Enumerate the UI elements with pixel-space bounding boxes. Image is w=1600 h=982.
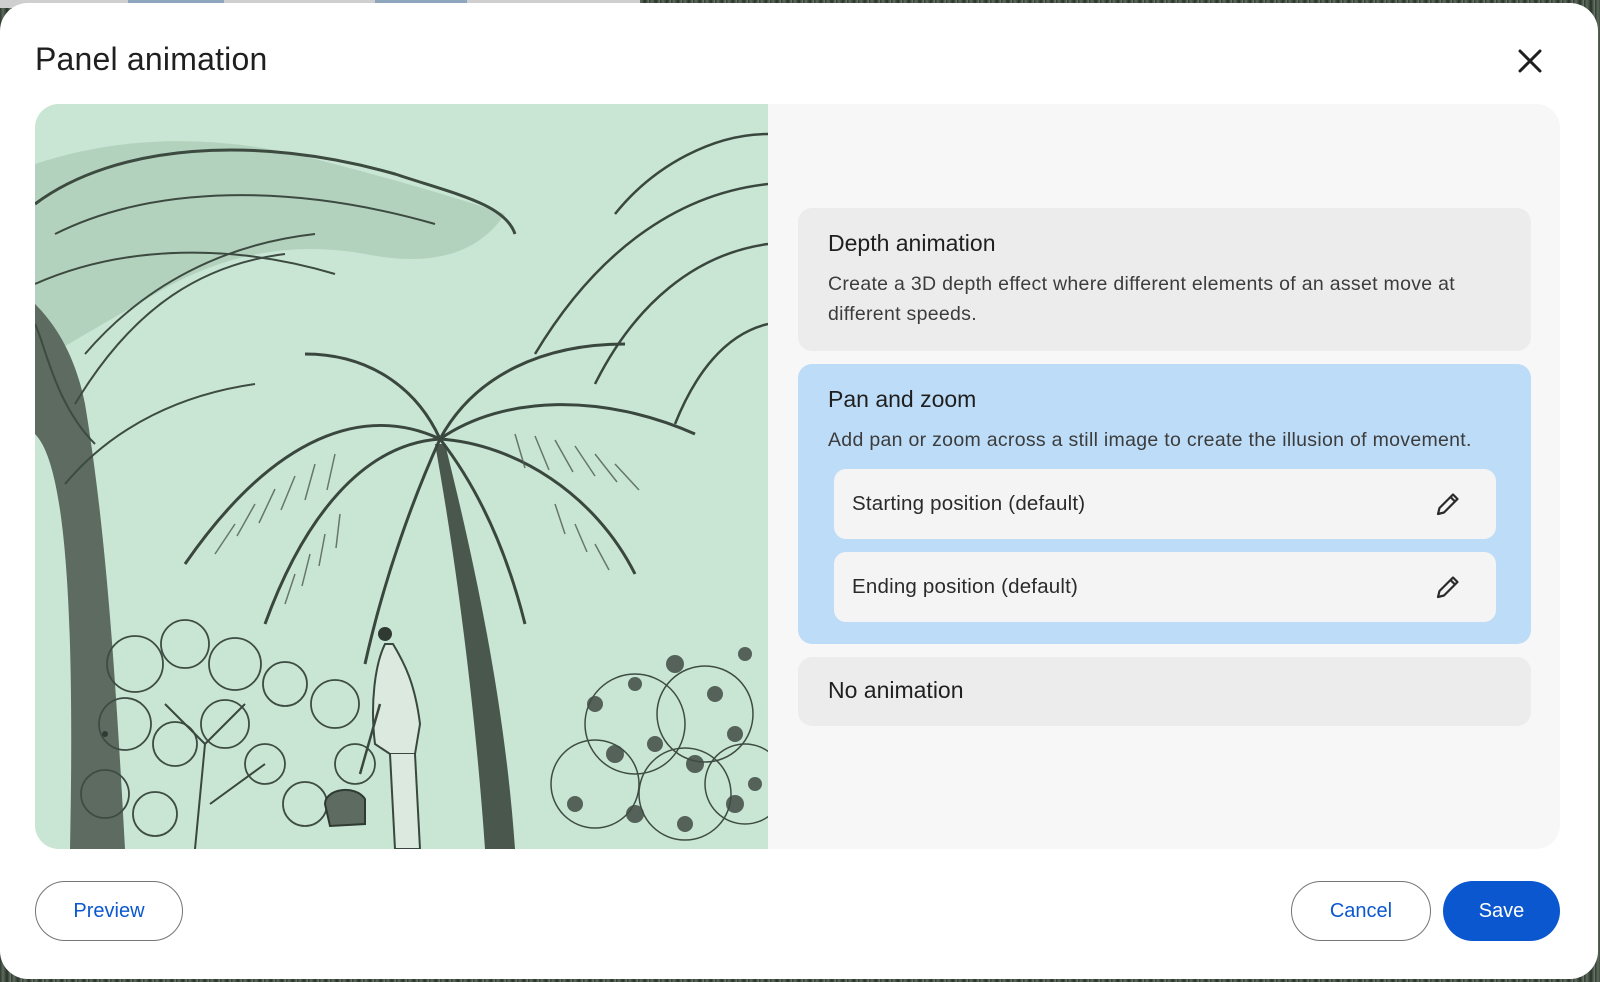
panel-animation-dialog: Panel animation Depth animation Create a… — [0, 3, 1598, 979]
starting-position-row[interactable]: Starting position (default) — [834, 469, 1496, 539]
option-title: Depth animation — [828, 230, 996, 256]
sketch-illustration — [35, 104, 768, 849]
dialog-content: Depth animation Create a 3D depth effect… — [35, 104, 1560, 849]
edit-ending-position-button[interactable] — [1428, 567, 1468, 607]
edit-starting-position-button[interactable] — [1428, 484, 1468, 524]
starting-position-label: Starting position (default) — [852, 492, 1086, 515]
save-button[interactable]: Save — [1443, 881, 1560, 941]
pencil-icon — [1436, 493, 1459, 516]
option-description: Add pan or zoom across a still image to … — [828, 429, 1472, 451]
option-description: Create a 3D depth effect where different… — [828, 273, 1455, 325]
option-no-animation[interactable]: No animation — [798, 657, 1531, 726]
option-title: No animation — [828, 677, 964, 703]
panel-preview-image — [35, 104, 768, 849]
option-depth-animation[interactable]: Depth animation Create a 3D depth effect… — [798, 208, 1531, 351]
cancel-button[interactable]: Cancel — [1291, 881, 1431, 941]
pencil-icon — [1436, 576, 1459, 599]
close-button[interactable] — [1510, 41, 1550, 81]
ending-position-row[interactable]: Ending position (default) — [834, 552, 1496, 622]
close-icon — [1518, 49, 1542, 73]
dialog-title: Panel animation — [35, 41, 268, 77]
preview-button[interactable]: Preview — [35, 881, 183, 941]
option-pan-and-zoom[interactable]: Pan and zoom Add pan or zoom across a st… — [798, 364, 1531, 644]
option-title: Pan and zoom — [828, 386, 977, 412]
ending-position-label: Ending position (default) — [852, 575, 1079, 598]
animation-options: Depth animation Create a 3D depth effect… — [798, 208, 1531, 739]
